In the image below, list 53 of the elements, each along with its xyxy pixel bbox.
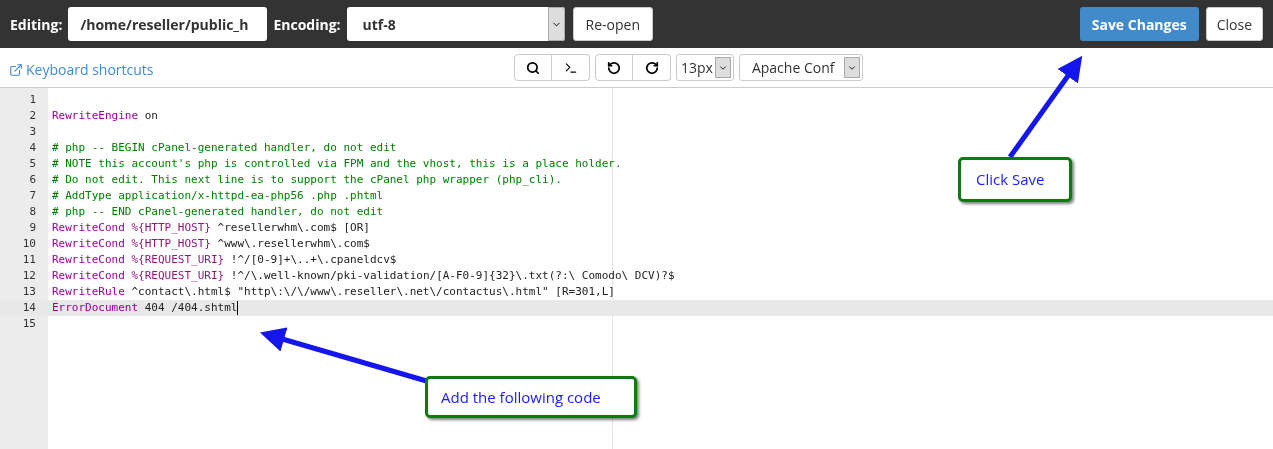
undo-icon [607,60,621,75]
text-cursor [237,301,239,315]
line-number: 13 [21,283,36,300]
terminal-icon [563,60,578,75]
terminal-button[interactable] [552,54,590,81]
code-line: RewriteRule ^contact\.html$ "http\:\/\/www\.reseller\.net\/contactus\.html" [R=301,L] [52,283,615,300]
code-line: RewriteCond %{REQUEST_URI} !^/[0-9]+\..+\.cpaneldcv$ [52,251,397,268]
code-line: ErrorDocument 404 /404.shtml [52,299,238,316]
redo-icon [644,60,659,75]
code-line: RewriteEngine on [52,107,158,124]
external-link-icon [9,62,23,77]
save-button[interactable]: Save Changes [1079,7,1199,41]
font-size-select[interactable]: 13px [676,54,734,81]
callout: Add the following code [425,376,637,418]
close-button[interactable]: Close [1205,7,1263,41]
line-number: 11 [21,251,36,268]
line-number: 14 [21,299,36,316]
line-number: 8 [28,203,36,220]
encoding-label: Encoding: [273,13,341,35]
code-line: RewriteCond %{HTTP_HOST} ^resellerwhm\.com$ [OR] [52,219,370,236]
caret-icon [714,57,731,78]
search-icon [526,60,540,75]
code-line: RewriteCond %{REQUEST_URI} !^/\.well-known/pki-validation/[A-F0-9]{32}\.txt(?:\ Comodo\ DCV)?$ [52,267,675,284]
search-button[interactable] [514,54,552,81]
editing-label: Editing: [10,13,63,35]
line-number: 6 [28,171,36,188]
line-number: 12 [21,267,36,284]
code-line: # AddType application/x-httpd-ea-php56 .php .phtml [52,187,384,204]
file-path-field[interactable]: /home/reseller/public_h [68,7,268,41]
line-number: 7 [28,187,36,204]
keyboard-shortcuts-link[interactable]: Keyboard shortcuts [9,59,154,80]
line-number: 10 [21,235,36,252]
line-number: 3 [28,123,36,140]
line-number: 4 [28,139,36,156]
redo-button[interactable] [633,54,671,81]
code-line: # NOTE this account's php is controlled via FPM and the vhost, this is a place holder. [52,155,622,172]
callout: Click Save [958,157,1072,202]
undo-button[interactable] [595,54,633,81]
mode-select[interactable]: Apache Conf [738,54,863,81]
line-number: 5 [28,155,36,172]
code-editor[interactable] [0,88,1273,449]
encoding-select[interactable]: utf-8 [346,7,565,41]
code-line: # Do not edit. This next line is to support the cPanel php wrapper (php_cli). [52,171,562,188]
code-line: RewriteCond %{HTTP_HOST} ^www\.resellerwhm\.com$ [52,235,370,252]
line-number: 1 [28,91,36,108]
code-line: # php -- BEGIN cPanel-generated handler, do not edit [52,139,397,156]
caret-icon [843,57,860,78]
line-number: 2 [28,107,36,124]
code-line: # php -- END cPanel-generated handler, do not edit [52,203,384,220]
caret-icon [547,7,565,41]
line-number: 15 [21,315,36,332]
reopen-button[interactable]: Re-open [572,7,654,41]
line-number: 9 [28,219,36,236]
